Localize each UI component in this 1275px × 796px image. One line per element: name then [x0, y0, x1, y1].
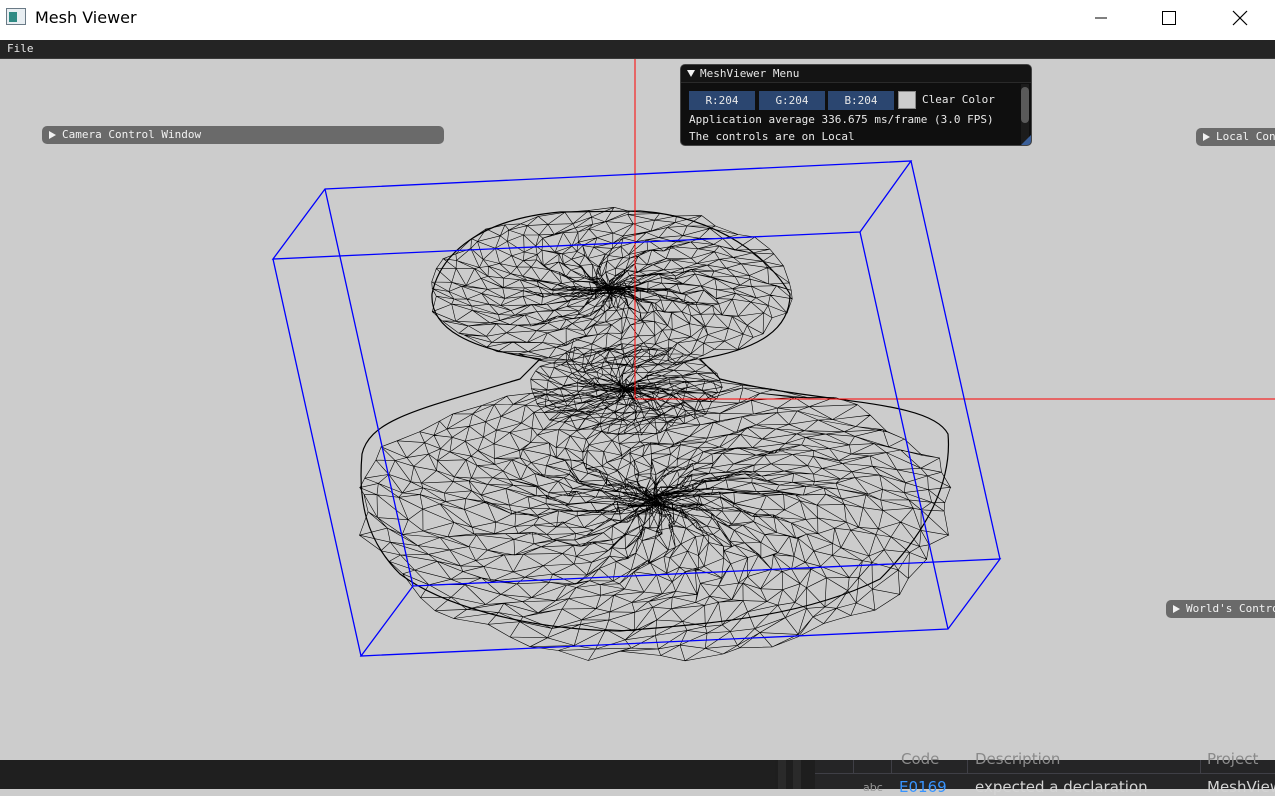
expand-arrow-icon: [1203, 133, 1210, 141]
error-description: expected a declaration: [975, 778, 1148, 796]
column-header-project[interactable]: Project: [1207, 750, 1258, 768]
error-code-link[interactable]: E0169: [899, 778, 947, 796]
local-controls-window[interactable]: Local Controls: [1196, 128, 1275, 146]
expand-arrow-icon: [1173, 605, 1180, 613]
column-header-code[interactable]: Code: [901, 750, 939, 768]
close-button[interactable]: [1217, 0, 1263, 36]
clear-color-label: Clear Color: [922, 93, 995, 106]
wireframe-mesh: [359, 206, 952, 662]
expand-arrow-icon: [49, 131, 56, 139]
local-controls-window-title: Local Controls: [1216, 130, 1275, 143]
scrollbar-thumb[interactable]: [1021, 87, 1029, 123]
meshviewer-menu-titlebar[interactable]: MeshViewer Menu: [681, 65, 1031, 83]
render-viewport[interactable]: Camera Control Window Local Controls Wor…: [0, 59, 1275, 760]
scene-canvas: [271, 59, 1275, 662]
ide-splitter: [778, 760, 786, 789]
mesh-patch: [359, 377, 952, 662]
column-header-description[interactable]: Description: [975, 750, 1060, 768]
fps-readout: Application average 336.675 ms/frame (3.…: [689, 113, 994, 126]
app-window-icon: [6, 8, 26, 25]
blue-channel-field[interactable]: B:204: [828, 91, 894, 110]
minimize-icon: [1095, 17, 1107, 19]
red-channel-field[interactable]: R:204: [689, 91, 755, 110]
maximize-button[interactable]: [1146, 0, 1192, 36]
world-controls-window[interactable]: World's Controls: [1166, 600, 1275, 618]
minimize-button[interactable]: [1078, 0, 1124, 36]
world-controls-window-title: World's Controls: [1186, 602, 1275, 615]
meshviewer-menu-title: MeshViewer Menu: [700, 67, 800, 80]
error-type-icon: abc: [863, 781, 883, 794]
error-list: Code Description Project abc E0169 expec…: [815, 750, 1275, 796]
error-project: MeshViewer: [1207, 778, 1275, 796]
window-title: Mesh Viewer: [35, 8, 137, 27]
collapse-arrow-icon[interactable]: [687, 70, 695, 77]
green-channel-field[interactable]: G:204: [759, 91, 825, 110]
background-ide-strip: Code Description Project abc E0169 expec…: [0, 750, 1275, 796]
resize-grip[interactable]: [1021, 135, 1031, 145]
menu-file[interactable]: File: [7, 42, 34, 55]
camera-control-window-title: Camera Control Window: [62, 128, 202, 141]
camera-control-window[interactable]: Camera Control Window: [42, 126, 444, 144]
clear-color-swatch[interactable]: [898, 91, 916, 109]
ide-editor-area: [0, 760, 775, 789]
close-icon: [1232, 10, 1248, 26]
controls-status: The controls are on Local: [689, 130, 855, 143]
title-bar: Mesh Viewer: [0, 0, 1275, 40]
meshviewer-menu-window[interactable]: MeshViewer Menu R:204 G:204 B:204 Clear …: [680, 64, 1032, 146]
maximize-icon: [1162, 11, 1176, 25]
ide-splitter: [793, 760, 801, 789]
menu-bar: File: [0, 40, 1275, 59]
